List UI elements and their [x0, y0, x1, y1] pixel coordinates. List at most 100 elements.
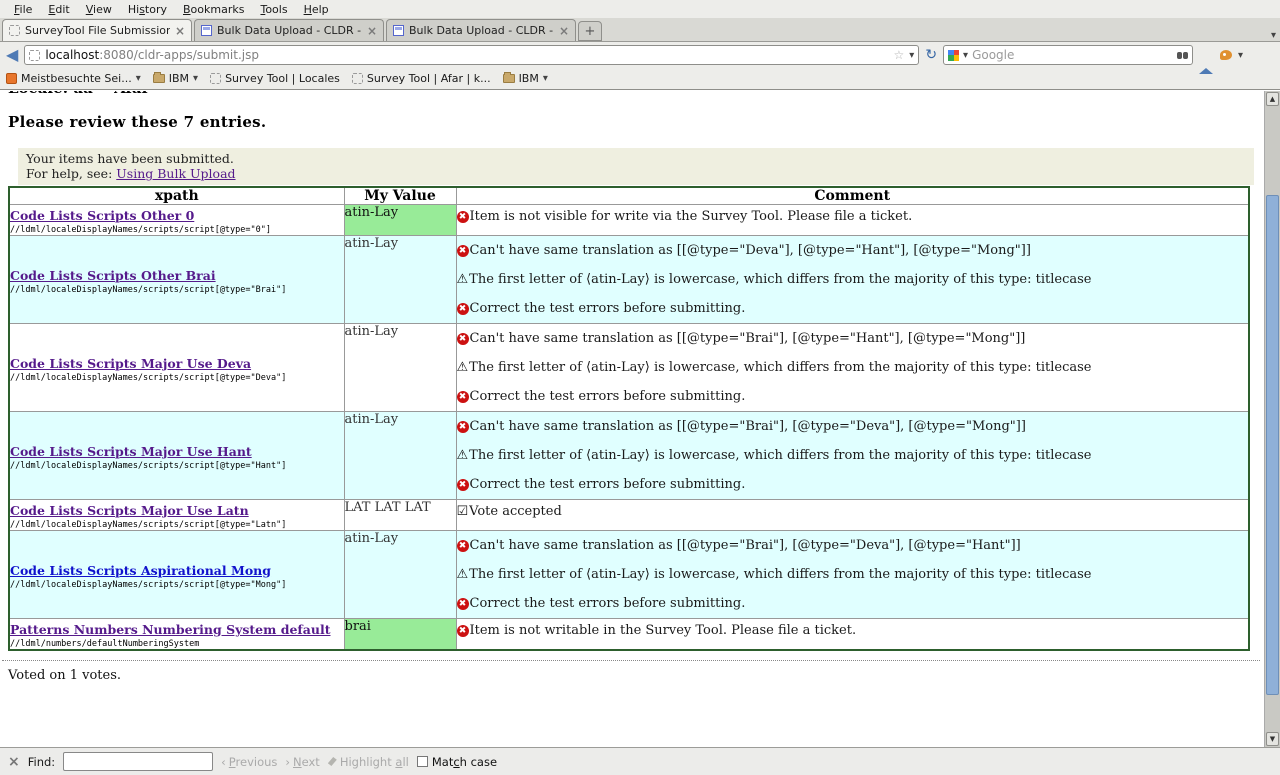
- placeholder-icon: [352, 73, 363, 84]
- table-row: Code Lists Scripts Other 0//ldml/localeD…: [9, 205, 1249, 236]
- scroll-up-icon[interactable]: ▲: [1266, 92, 1279, 106]
- tab-close-icon[interactable]: ×: [559, 26, 569, 36]
- close-icon[interactable]: ×: [8, 754, 20, 770]
- my-value-cell: brai: [344, 619, 456, 651]
- search-go-icon[interactable]: [1177, 52, 1188, 59]
- xpath-link[interactable]: Code Lists Scripts Major Use Latn: [10, 503, 249, 518]
- toolbar-overflow-icon[interactable]: ▾: [1238, 50, 1243, 61]
- my-value-cell: atin-Lay: [344, 236, 456, 324]
- google-logo-icon[interactable]: [948, 50, 959, 61]
- xpath-link[interactable]: Code Lists Scripts Aspirational Mong: [10, 563, 271, 578]
- bookmark-label: IBM: [519, 72, 539, 85]
- comment-text: Can't have same translation as [[@type="…: [470, 243, 1031, 258]
- scrollbar-thumb[interactable]: [1266, 195, 1279, 695]
- bookmark-survey-tool-locales[interactable]: Survey Tool | Locales: [210, 72, 340, 85]
- bookmark-label: Meistbesuchte Sei...: [21, 72, 132, 85]
- comment-line: ⚠The first letter of ⟨atin-Lay⟩ is lower…: [457, 265, 1249, 294]
- tab-close-icon[interactable]: ×: [175, 26, 185, 36]
- comment-line: ✖Correct the test errors before submitti…: [457, 470, 1249, 499]
- notice-line-2: For help, see: Using Bulk Upload: [26, 166, 1246, 181]
- home-icon[interactable]: [1199, 49, 1214, 62]
- tab-close-icon[interactable]: ×: [367, 26, 377, 36]
- menu-file[interactable]: File: [6, 2, 40, 17]
- bookmark-star-icon[interactable]: ☆: [894, 48, 905, 62]
- xpath-cell: Patterns Numbers Numbering System defaul…: [9, 619, 344, 651]
- page-favicon: [201, 25, 212, 36]
- folder-icon: [503, 74, 515, 83]
- tab-2[interactable]: Bulk Data Upload - CLDR - Un... ×: [194, 19, 384, 41]
- table-row: Code Lists Scripts Major Use Deva//ldml/…: [9, 324, 1249, 412]
- comment-text: The first letter of ⟨atin-Lay⟩ is lowerc…: [469, 360, 1091, 375]
- folder-icon: [153, 74, 165, 83]
- reload-icon[interactable]: ↻: [925, 47, 937, 63]
- table-row: Code Lists Scripts Aspirational Mong//ld…: [9, 531, 1249, 619]
- palette-icon[interactable]: [1220, 50, 1232, 60]
- back-button[interactable]: ◀: [6, 47, 18, 63]
- my-value-cell: LAT LAT LAT: [344, 500, 456, 531]
- url-dropdown-icon[interactable]: ▾: [909, 50, 914, 61]
- find-previous-button[interactable]: ‹ Previous: [221, 755, 277, 769]
- comment-text: The first letter of ⟨atin-Lay⟩ is lowerc…: [469, 567, 1091, 582]
- xpath-link[interactable]: Code Lists Scripts Major Use Hant: [10, 444, 252, 459]
- comment-text: Item is not visible for write via the Su…: [470, 209, 913, 224]
- xpath-link[interactable]: Code Lists Scripts Other 0: [10, 208, 194, 223]
- tab-1[interactable]: SurveyTool File Submission | ...×: [2, 19, 192, 41]
- bulk-upload-help-link[interactable]: Using Bulk Upload: [116, 166, 235, 181]
- navigation-bar: ◀ localhost:8080/cldr-apps/submit.jsp ☆ …: [0, 42, 1280, 68]
- error-icon: ✖: [457, 625, 469, 637]
- bookmarks-bar: Meistbesuchte Sei...▾ IBM▾ Survey Tool | L…: [0, 68, 1280, 90]
- error-icon: ✖: [457, 391, 469, 403]
- tab-3[interactable]: Bulk Data Upload - CLDR - Un...×: [386, 19, 576, 41]
- xpath-cell: Code Lists Scripts Major Use Deva//ldml/…: [9, 324, 344, 412]
- url-bar[interactable]: localhost:8080/cldr-apps/submit.jsp ☆ ▾: [24, 45, 919, 65]
- menu-bookmarks[interactable]: Bookmarks: [175, 2, 252, 17]
- match-case-checkbox[interactable]: [417, 756, 428, 767]
- menu-tools[interactable]: Tools: [252, 2, 295, 17]
- my-value-cell: atin-Lay: [344, 412, 456, 500]
- new-tab-button[interactable]: +: [578, 21, 602, 41]
- bookmark-survey-tool-afar-k[interactable]: Survey Tool | Afar | k...: [352, 72, 491, 85]
- bookmark-label: Survey Tool | Locales: [225, 72, 340, 85]
- table-row: Code Lists Scripts Major Use Latn//ldml/…: [9, 500, 1249, 531]
- placeholder-favicon: [9, 25, 20, 36]
- locale-heading-clipped: Locale: aa - 'Afar': [8, 91, 1264, 98]
- xpath-value: //ldml/numbers/defaultNumberingSystem: [10, 639, 344, 649]
- find-next-button[interactable]: › Next: [285, 755, 319, 769]
- vertical-scrollbar[interactable]: ▲ ▼: [1264, 91, 1280, 747]
- search-placeholder: Google: [972, 48, 1173, 62]
- match-case-toggle[interactable]: Match case: [417, 755, 497, 769]
- comment-line: ✖Correct the test errors before submitti…: [457, 589, 1249, 618]
- menu-help[interactable]: Help: [296, 2, 337, 17]
- tab-list-dropdown-icon[interactable]: ▾: [1271, 30, 1276, 41]
- comment-text: Can't have same translation as [[@type="…: [470, 419, 1026, 434]
- error-icon: ✖: [457, 333, 469, 345]
- bookmark-ibm[interactable]: IBM▾: [153, 72, 198, 85]
- comment-cell: ✖Item is not visible for write via the S…: [456, 205, 1249, 236]
- comment-text: Can't have same translation as [[@type="…: [470, 331, 1026, 346]
- column-header-my-value: My Value: [344, 187, 456, 205]
- search-bar[interactable]: ▾ Google: [943, 45, 1193, 65]
- bookmark-ibm[interactable]: IBM▾: [503, 72, 548, 85]
- tab-title: Bulk Data Upload - CLDR - Un...: [217, 24, 362, 37]
- comment-text: Item is not writable in the Survey Tool.…: [470, 623, 857, 638]
- placeholder-icon: [210, 73, 221, 84]
- comment-text: The first letter of ⟨atin-Lay⟩ is lowerc…: [469, 272, 1091, 287]
- most-visited-icon: [6, 73, 17, 84]
- highlight-all-button[interactable]: Highlight all: [328, 755, 409, 769]
- bookmark-meistbesuchte-sei[interactable]: Meistbesuchte Sei...▾: [6, 72, 141, 85]
- menu-edit[interactable]: Edit: [40, 2, 77, 17]
- menu-history[interactable]: History: [120, 2, 175, 17]
- xpath-link[interactable]: Code Lists Scripts Major Use Deva: [10, 356, 251, 371]
- site-favicon-placeholder: [29, 50, 40, 61]
- xpath-cell: Code Lists Scripts Aspirational Mong//ld…: [9, 531, 344, 619]
- comment-line: ☑Vote accepted: [457, 500, 1249, 523]
- url-host: localhost: [45, 48, 99, 62]
- comment-text: The first letter of ⟨atin-Lay⟩ is lowerc…: [469, 448, 1091, 463]
- search-engine-dropdown-icon[interactable]: ▾: [963, 50, 968, 61]
- scroll-down-icon[interactable]: ▼: [1266, 732, 1279, 746]
- find-input[interactable]: [63, 752, 213, 771]
- comment-line: ⚠The first letter of ⟨atin-Lay⟩ is lower…: [457, 353, 1249, 382]
- xpath-link[interactable]: Patterns Numbers Numbering System defaul…: [10, 622, 331, 637]
- xpath-link[interactable]: Code Lists Scripts Other Brai: [10, 268, 216, 283]
- menu-view[interactable]: View: [78, 2, 120, 17]
